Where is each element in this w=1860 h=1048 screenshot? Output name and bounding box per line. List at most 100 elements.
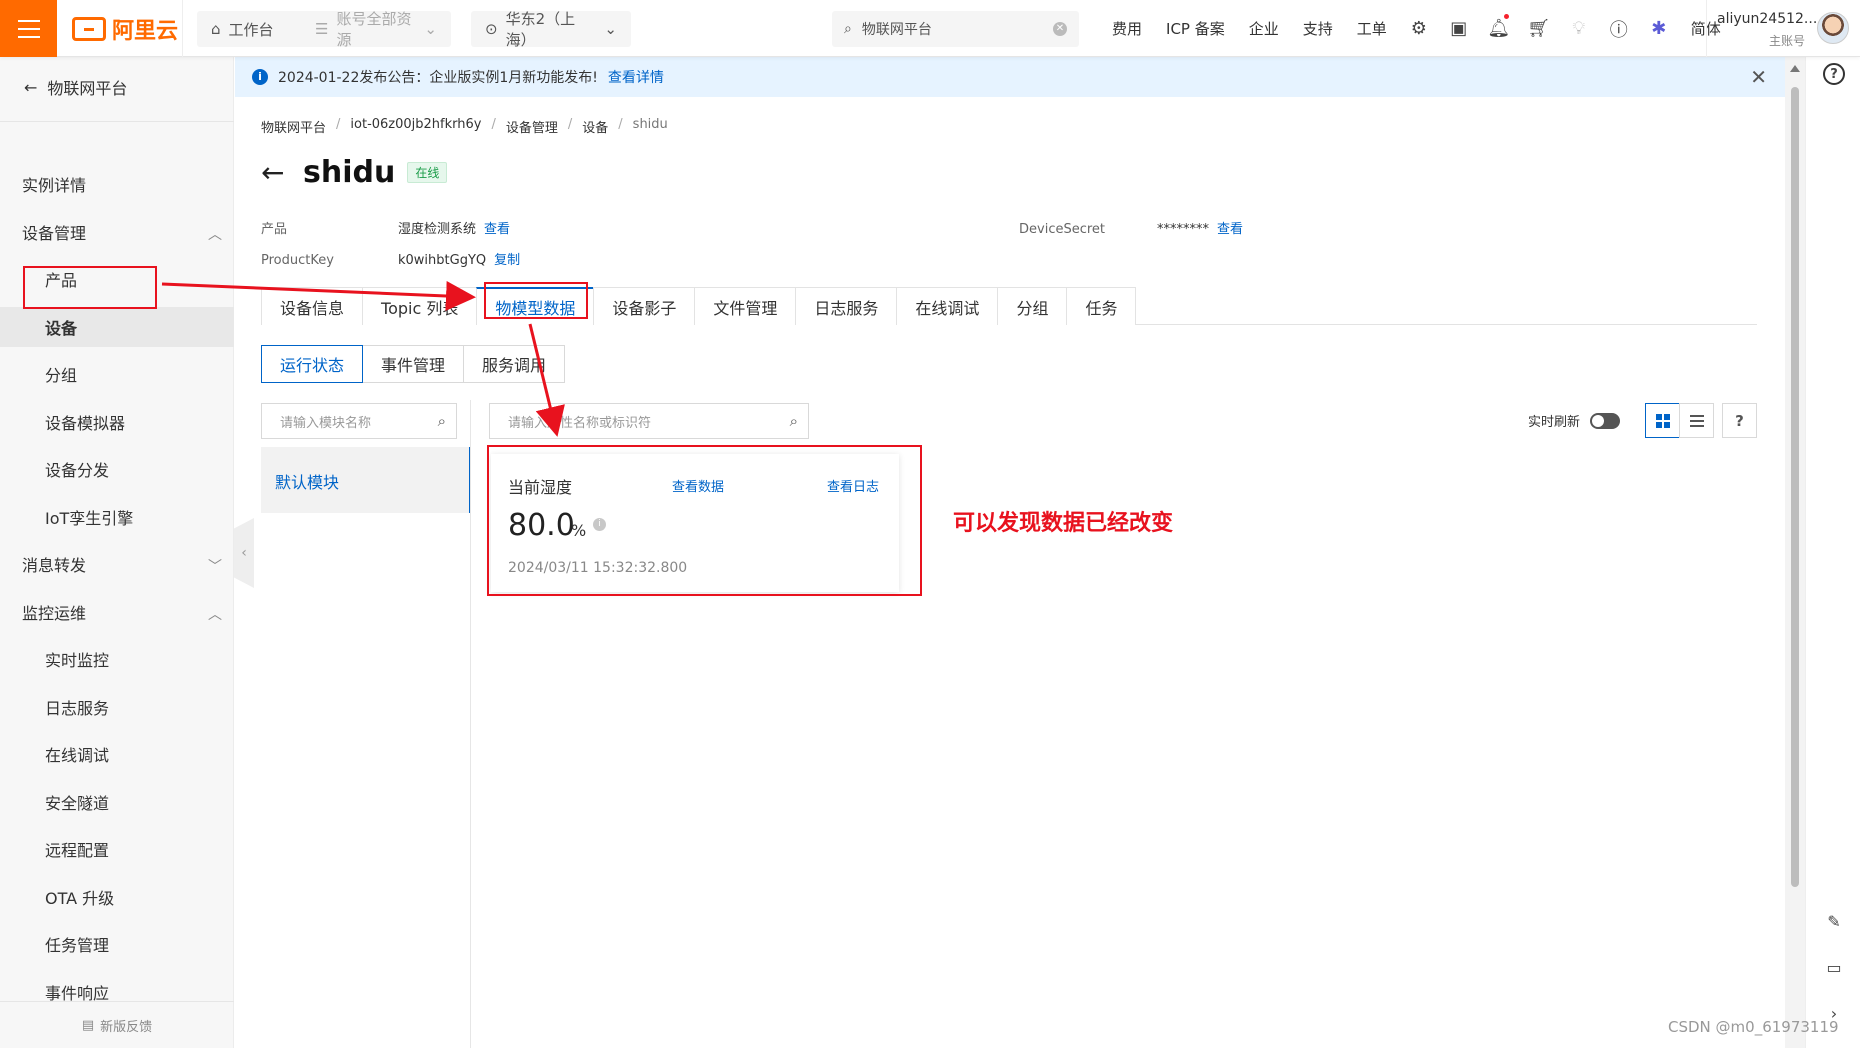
ai-assistant-icon[interactable]: ✱	[1639, 0, 1679, 57]
announcement-link[interactable]: 查看详情	[608, 67, 664, 87]
help-button[interactable]: ?	[1722, 403, 1757, 438]
tab-item[interactable]: 设备影子	[593, 287, 696, 325]
devicesecret-view-link[interactable]: 查看	[1217, 222, 1243, 237]
page-title-row: ← shidu 在线	[261, 155, 448, 190]
annotation-box-model-tab	[484, 282, 588, 319]
sidebar-item[interactable]: IoT孪生引擎	[0, 497, 234, 537]
model-data-subtabs: 运行状态 事件管理 服务调用	[261, 345, 566, 383]
lightbulb-icon[interactable]: 💡︎	[1559, 0, 1599, 57]
subtab-item[interactable]: 服务调用	[463, 345, 566, 383]
help-circle-icon[interactable]: ?	[1823, 63, 1845, 85]
tab-item[interactable]: 任务	[1066, 287, 1137, 325]
sidebar-item[interactable]: 实时监控	[0, 639, 234, 679]
devicesecret-meta: DeviceSecret ******** 查看	[1019, 222, 1244, 237]
module-search-input[interactable]: 请输入模块名称 ⌕	[261, 403, 457, 439]
nav-icp[interactable]: ICP 备案	[1154, 18, 1237, 39]
page-scrollbar[interactable]	[1785, 57, 1805, 1048]
global-search-input[interactable]: ⌕ 物联网平台 ✕	[832, 11, 1079, 47]
clear-icon[interactable]: ✕	[1053, 22, 1067, 36]
workbench-button[interactable]: ⌂ 工作台	[197, 11, 315, 47]
list-view-button[interactable]	[1679, 403, 1714, 438]
nav-support[interactable]: 支持	[1291, 18, 1345, 39]
status-badge: 在线	[407, 162, 448, 183]
breadcrumb-item[interactable]: iot-06z00jb2hfkrh6y	[350, 117, 481, 136]
sidebar-back-title[interactable]: ← 物联网平台	[24, 75, 127, 99]
aliyun-logo[interactable]: 阿里云	[72, 14, 178, 44]
breadcrumb-item[interactable]: 设备管理	[506, 117, 558, 136]
avatar[interactable]	[1817, 12, 1849, 44]
chevron-down-icon[interactable]: ﹀	[208, 556, 222, 576]
nav-ticket[interactable]: 工单	[1345, 18, 1399, 39]
page-title: shidu	[303, 155, 396, 190]
tab-item[interactable]: 文件管理	[694, 287, 797, 325]
message-icon[interactable]: ▭	[1820, 953, 1848, 981]
scroll-up-icon[interactable]	[1790, 65, 1800, 72]
tab-item[interactable]: Topic 列表	[362, 287, 478, 325]
terminal-icon[interactable]: ▣	[1439, 0, 1479, 57]
sidebar-item[interactable]: 任务管理	[0, 924, 234, 964]
info-icon: i	[252, 69, 268, 85]
menu-icon[interactable]	[0, 0, 57, 57]
product-view-link[interactable]: 查看	[484, 222, 510, 237]
realtime-refresh-toggle[interactable]	[1590, 412, 1621, 429]
bell-icon[interactable]: 🔔︎	[1479, 0, 1519, 57]
user-menu[interactable]: aliyun24512... 主账号	[1706, 0, 1860, 57]
sidebar-item[interactable]: 日志服务	[0, 687, 234, 727]
api-icon[interactable]: ⚙	[1399, 0, 1439, 57]
tab-item[interactable]: 分组	[997, 287, 1068, 325]
sidebar-item[interactable]: 设备	[0, 306, 234, 347]
nav-enterprise[interactable]: 企业	[1237, 18, 1291, 39]
grid-icon	[1655, 413, 1670, 428]
sidebar-item[interactable]: 在线调试	[0, 734, 234, 774]
right-rail: ? ✎ ▭ ›	[1805, 57, 1860, 1048]
help-icon[interactable]: ⓘ	[1599, 0, 1639, 57]
chevron-up-icon[interactable]: ︿	[208, 224, 222, 244]
region-dropdown[interactable]: ⊙ 华东2（上海） ⌄	[471, 10, 631, 49]
sidebar-item[interactable]: 消息转发 ﹀	[0, 544, 234, 584]
scroll-thumb[interactable]	[1791, 87, 1799, 887]
sidebar-item[interactable]: OTA 升级	[0, 877, 234, 917]
sidebar-collapse-handle[interactable]: ‹	[234, 518, 254, 588]
sidebar-item[interactable]: 实例详情	[0, 164, 234, 204]
breadcrumb-current: shidu	[632, 117, 668, 132]
search-icon[interactable]: ⌕	[790, 412, 798, 430]
sidebar-item[interactable]: 设备分发	[0, 449, 234, 489]
breadcrumb: 物联网平台 / iot-06z00jb2hfkrh6y / 设备管理 / 设备 / sh…	[261, 117, 668, 136]
tab-item[interactable]: 日志服务	[795, 287, 898, 325]
chevron-down-icon: ⌄	[424, 20, 437, 38]
sidebar-item[interactable]: 安全隧道	[0, 782, 234, 822]
annotation-box-device	[23, 266, 157, 309]
close-icon[interactable]: ✕	[1750, 65, 1767, 89]
grid-view-button[interactable]	[1645, 403, 1680, 438]
productkey-copy-link[interactable]: 复制	[494, 253, 520, 268]
subtab-item[interactable]: 事件管理	[362, 345, 465, 383]
edit-icon[interactable]: ✎	[1820, 907, 1848, 935]
chevron-up-icon[interactable]: ︿	[208, 604, 222, 624]
sidebar-item[interactable]: 设备模拟器	[0, 402, 234, 442]
sidebar: ← 物联网平台 实例详情 设备管理 ︿ 产品 设备 分组 设备模拟器 设备分发 IoT孪生引擎消…	[0, 57, 234, 1048]
sidebar-item[interactable]: 分组	[0, 354, 234, 394]
tab-item[interactable]: 在线调试	[896, 287, 999, 325]
list-icon: ☰	[315, 20, 329, 38]
feedback-button[interactable]: ▤ 新版反馈	[0, 1001, 234, 1048]
breadcrumb-item[interactable]: 物联网平台	[261, 117, 326, 136]
property-search-input[interactable]: 请输入属性名称或标识符 ⌕	[489, 403, 809, 439]
sidebar-item[interactable]: 远程配置	[0, 829, 234, 869]
cart-icon[interactable]: 🛒︎	[1519, 0, 1559, 57]
back-arrow-icon[interactable]: ←	[261, 156, 291, 189]
location-icon: ⊙	[485, 20, 498, 38]
nav-fees[interactable]: 费用	[1100, 18, 1154, 39]
breadcrumb-item[interactable]: 设备	[582, 117, 608, 136]
subtab-item[interactable]: 运行状态	[261, 345, 364, 383]
sidebar-item[interactable]: 监控运维 ︿	[0, 592, 234, 632]
tab-item[interactable]: 设备信息	[261, 287, 364, 325]
account-resources-dropdown[interactable]: ☰ 账号全部资源 ⌄	[301, 10, 451, 49]
search-icon: ⌕	[844, 21, 852, 37]
module-list-item[interactable]: 默认模块	[261, 447, 471, 513]
productkey-meta: ProductKey k0wihbtGgYQ 复制	[261, 253, 521, 268]
annotation-text: 可以发现数据已经改变	[953, 511, 1174, 536]
announcement-bar: i 2024-01-22发布公告：企业版实例1月新功能发布! 查看详情 ✕	[235, 57, 1785, 97]
feedback-icon: ▤	[81, 1017, 95, 1033]
search-icon[interactable]: ⌕	[438, 412, 446, 430]
sidebar-item[interactable]: 设备管理 ︿	[0, 212, 234, 252]
